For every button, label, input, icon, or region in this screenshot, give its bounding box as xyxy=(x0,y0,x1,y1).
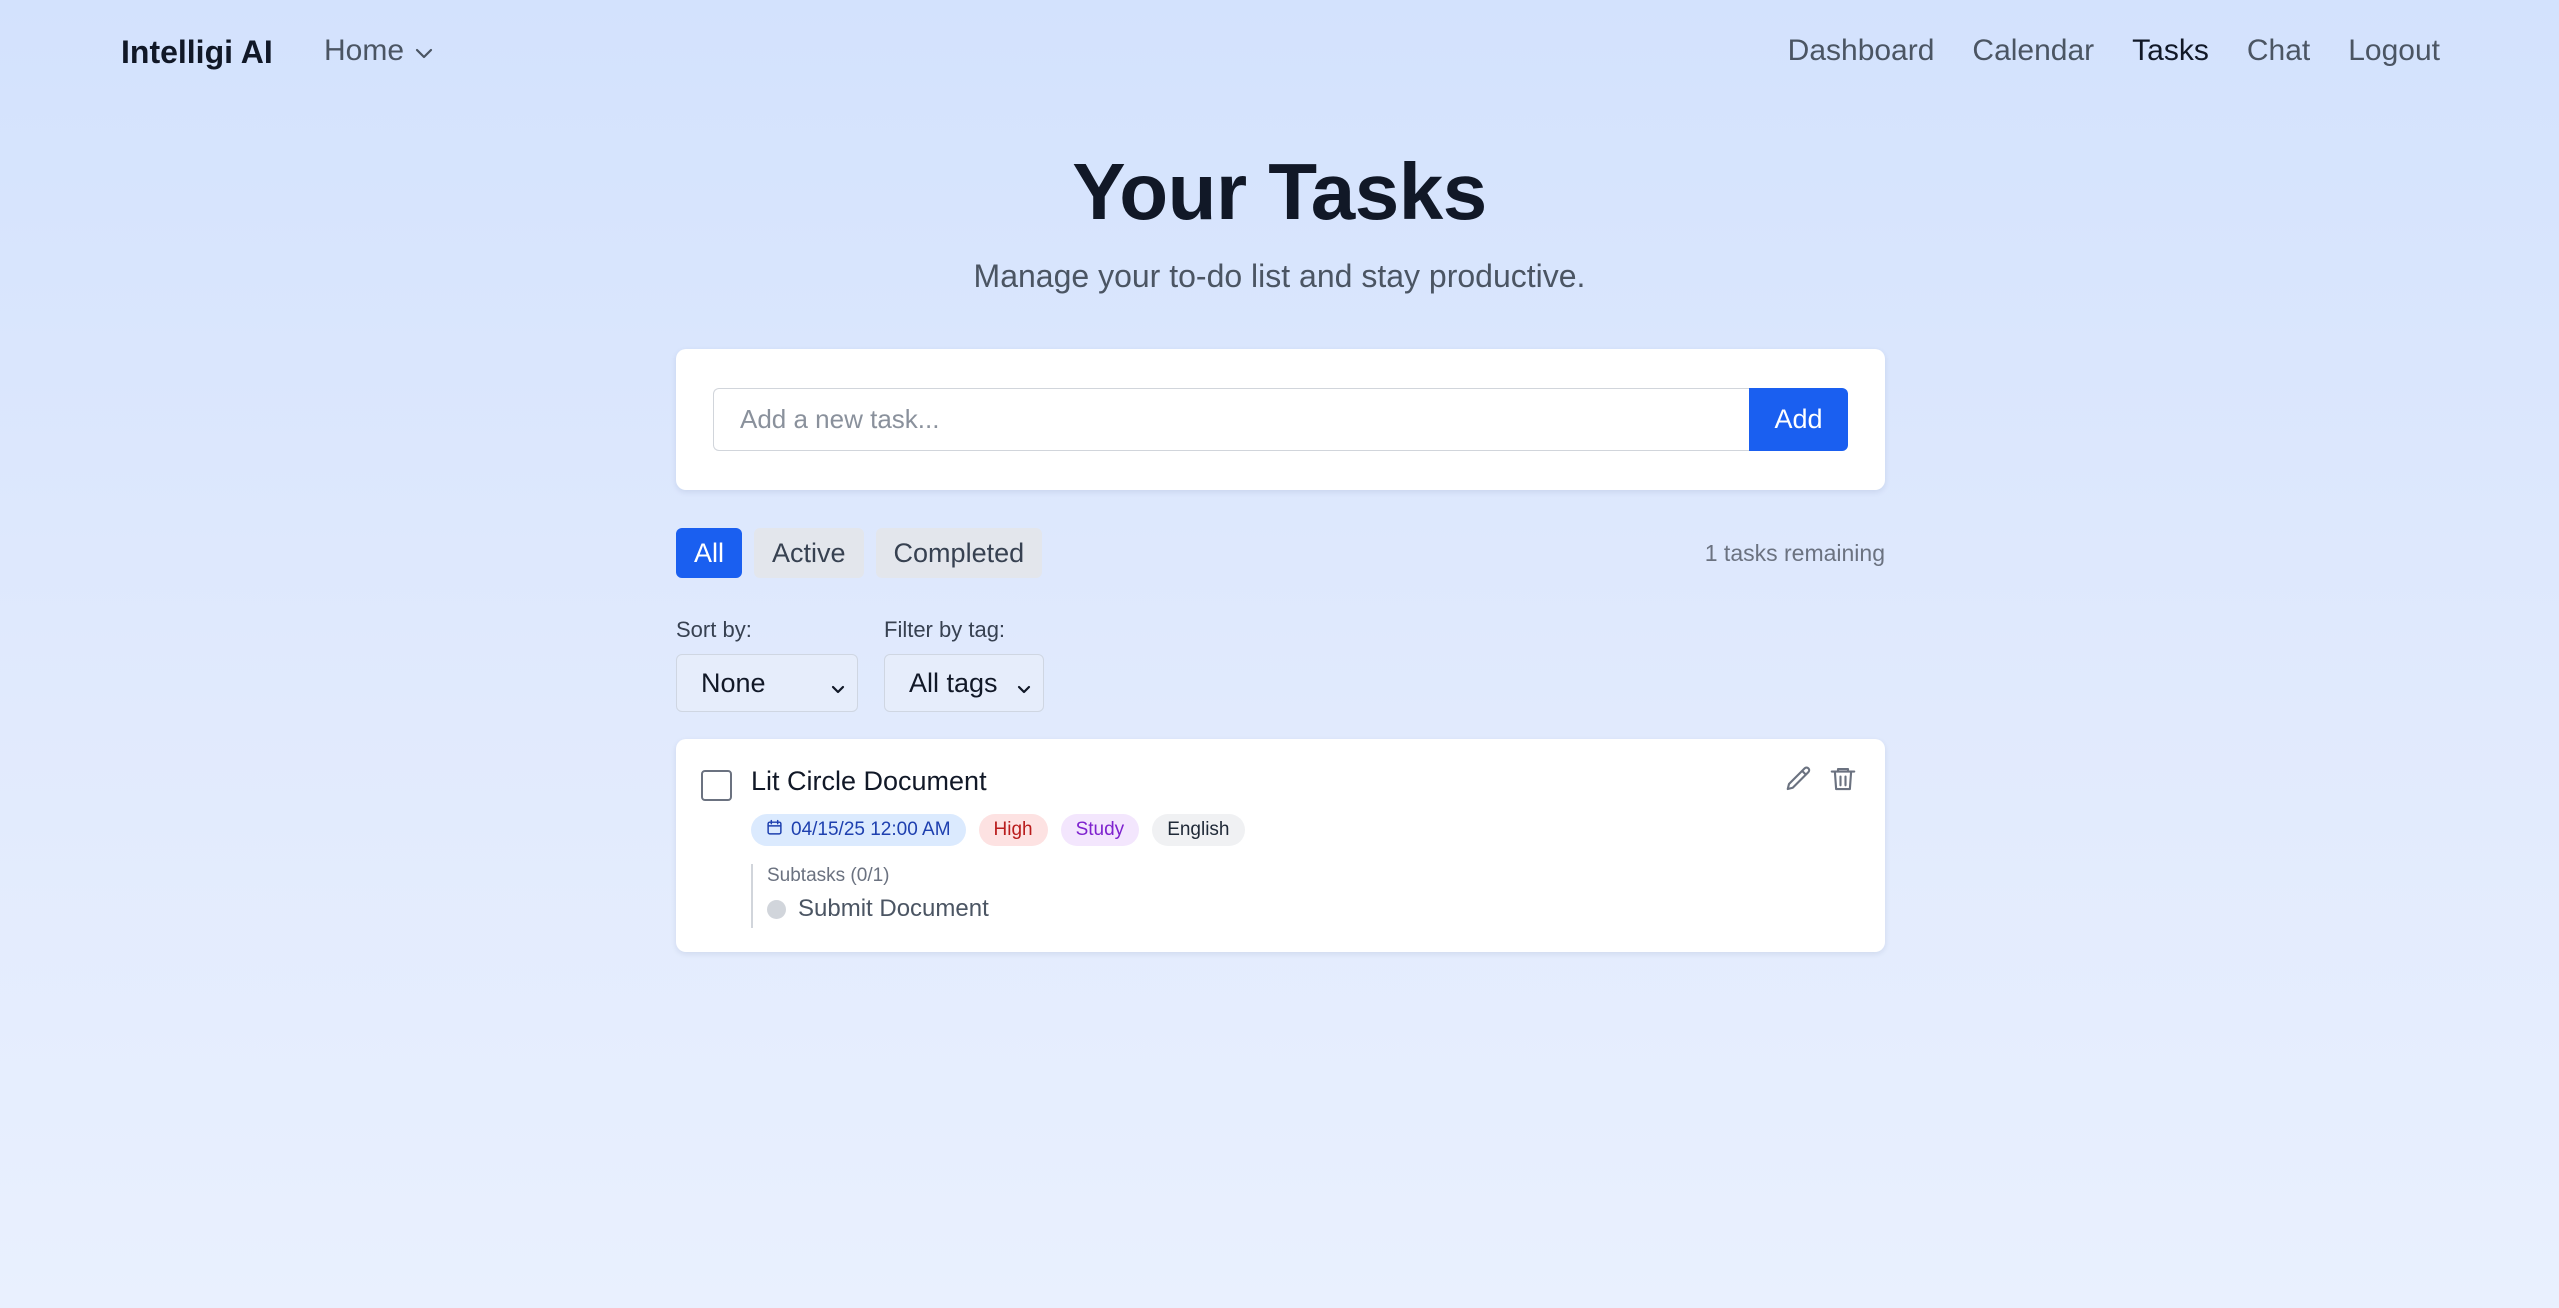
nav-link-dashboard[interactable]: Dashboard xyxy=(1788,34,1935,68)
filter-tab-all[interactable]: All xyxy=(676,528,743,578)
filter-tabs: All Active Completed xyxy=(676,528,1043,578)
due-date-text: 04/15/25 12:00 AM xyxy=(791,819,951,840)
delete-task-button[interactable] xyxy=(1828,764,1858,799)
filter-tab-active[interactable]: Active xyxy=(754,528,864,578)
add-task-card: Add xyxy=(676,349,1885,490)
sort-label: Sort by: xyxy=(676,617,752,642)
top-navbar: Intelligi AI Home Dashboard Calendar Tas… xyxy=(0,0,2559,108)
sort-select[interactable]: None xyxy=(676,654,858,712)
due-date-badge: 04/15/25 12:00 AM xyxy=(751,814,966,846)
tag-filter-select-value: All tags xyxy=(909,667,998,698)
nav-link-logout[interactable]: Logout xyxy=(2348,34,2440,68)
tag-filter-select[interactable]: All tags xyxy=(884,654,1044,712)
nav-link-tasks[interactable]: Tasks xyxy=(2132,34,2209,68)
home-dropdown-label: Home xyxy=(324,34,405,67)
new-task-input[interactable] xyxy=(713,388,1751,451)
add-task-button[interactable]: Add xyxy=(1749,388,1848,451)
subtask-list: Subtasks (0/1) Submit Document xyxy=(751,864,989,928)
brand-logo[interactable]: Intelligi AI xyxy=(121,34,273,71)
filter-tab-completed[interactable]: Completed xyxy=(875,528,1043,578)
tag-badge-study: Study xyxy=(1060,814,1140,846)
trash-icon xyxy=(1828,767,1858,798)
subtask-label: Submit Document xyxy=(798,895,989,922)
subtask-item: Submit Document xyxy=(767,895,989,923)
sort-select-value: None xyxy=(701,667,766,698)
chevron-down-icon xyxy=(829,675,847,706)
task-tags: 04/15/25 12:00 AM High Study English xyxy=(751,814,1245,846)
chevron-down-icon xyxy=(414,34,434,68)
task-item: Lit Circle Document 04/15/25 12:00 AM Hi… xyxy=(676,739,1885,952)
tasks-remaining-count: 1 tasks remaining xyxy=(1704,540,1885,566)
task-title: Lit Circle Document xyxy=(751,766,987,796)
home-dropdown[interactable]: Home xyxy=(324,34,434,68)
nav-link-calendar[interactable]: Calendar xyxy=(1972,34,2094,68)
tag-badge-english: English xyxy=(1152,814,1245,846)
subtask-toggle[interactable] xyxy=(767,899,786,919)
priority-badge: High xyxy=(978,814,1048,846)
nav-link-chat[interactable]: Chat xyxy=(2247,34,2310,68)
calendar-icon xyxy=(766,819,783,842)
pencil-icon xyxy=(1784,766,1814,798)
edit-task-button[interactable] xyxy=(1784,764,1814,799)
page-title: Your Tasks xyxy=(1072,147,1487,236)
chevron-down-icon xyxy=(1015,675,1033,706)
page-subtitle: Manage your to-do list and stay producti… xyxy=(973,258,1586,294)
tag-filter-label: Filter by tag: xyxy=(884,617,1006,642)
nav-links: Dashboard Calendar Tasks Chat Logout xyxy=(1788,34,2440,68)
task-complete-checkbox[interactable] xyxy=(701,770,732,801)
subtasks-header: Subtasks (0/1) xyxy=(767,865,890,886)
